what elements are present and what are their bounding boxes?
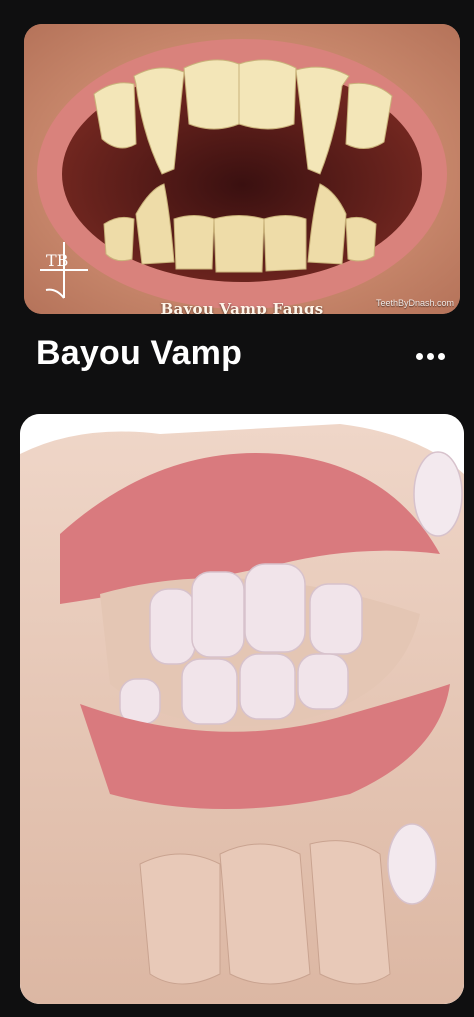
ellipsis-horizontal-icon: [414, 352, 447, 360]
tb-logo: TB: [40, 242, 88, 299]
svg-text:TB: TB: [46, 251, 68, 270]
more-options-button[interactable]: [410, 338, 450, 374]
hands-photo: [20, 414, 464, 1004]
dot-icon: [415, 352, 423, 360]
pin-image-fangs[interactable]: TB Bayou Vamp Fangs TeethByDnash.com: [24, 24, 460, 314]
image-watermark: TeethByDnash.com: [375, 298, 454, 308]
pin-title: Bayou Vamp: [36, 334, 243, 372]
dot-icon: [437, 352, 445, 360]
dot-icon: [426, 352, 434, 360]
pin-image-hands[interactable]: [20, 414, 464, 1004]
pin-title-row: Bayou Vamp: [0, 330, 474, 382]
